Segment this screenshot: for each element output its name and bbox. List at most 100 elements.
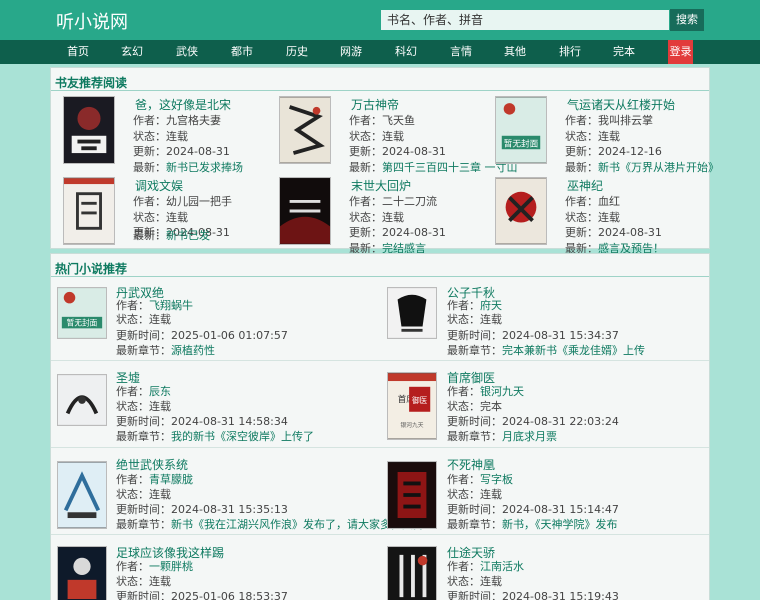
nav-item-xuanhuan[interactable]: 玄幻 xyxy=(121,40,143,64)
updated-value: 2024-08-31 22:03:24 xyxy=(502,415,619,428)
author-link[interactable]: 江南活水 xyxy=(480,560,524,573)
status-label: 状态： xyxy=(447,313,480,326)
row-divider xyxy=(51,534,709,535)
latest-link[interactable]: 源植药性 xyxy=(171,344,215,357)
updated-value: 2024-08-31 15:19:43 xyxy=(502,590,619,600)
latest-label: 最新章节： xyxy=(447,344,502,357)
author-link[interactable]: 银河九天 xyxy=(480,385,524,398)
author-link[interactable]: 青草朦胧 xyxy=(149,473,193,486)
updated-label: 更新时间： xyxy=(116,503,171,516)
book-updated: 更新：2024-08-31 xyxy=(349,226,446,239)
status-label: 状态： xyxy=(116,400,149,413)
book-cover[interactable] xyxy=(57,546,107,600)
nav-item-paihang[interactable]: 排行 xyxy=(559,40,581,64)
book-latest: 最新：第四千三百四十三章 一寸山 xyxy=(349,159,518,175)
latest-link[interactable]: 新书已发求捧场 xyxy=(166,161,243,174)
row-divider xyxy=(51,360,709,361)
book-title[interactable]: 气运诸天从红楼开始 xyxy=(567,96,675,113)
book-cover[interactable] xyxy=(387,287,437,339)
status-label: 状态： xyxy=(116,575,149,588)
book-title[interactable]: 万古神帝 xyxy=(351,96,399,113)
book-cover[interactable]: 暂无封面 xyxy=(495,96,547,164)
updated-value: 2025-01-06 01:07:57 xyxy=(171,329,288,342)
status-value: 连载 xyxy=(149,488,171,501)
book-cover[interactable] xyxy=(495,177,547,245)
latest-link[interactable]: 完本兼新书《乘龙佳婿》上传 xyxy=(502,344,645,357)
book-status: 状态：连载 xyxy=(133,211,188,224)
nav-item-dushi[interactable]: 都市 xyxy=(231,40,253,64)
book-updated: 更新：2024-08-31 xyxy=(349,145,446,158)
status-label: 状态： xyxy=(116,313,149,326)
latest-link[interactable]: 新书已发 xyxy=(166,229,210,242)
latest-link[interactable]: 我的新书《深空彼岸》上传了 xyxy=(171,430,314,443)
login-button[interactable]: 登录 xyxy=(668,40,693,64)
updated-label: 更新时间： xyxy=(447,503,502,516)
book-latest: 最新章节：新书，《天神学院》发布 xyxy=(447,516,618,532)
book-status: 状态：连载 xyxy=(116,486,171,502)
book-updated: 更新时间：2024-08-31 15:19:43 xyxy=(447,588,619,600)
nav-item-lishi[interactable]: 历史 xyxy=(286,40,308,64)
nav-item-kehuan[interactable]: 科幻 xyxy=(395,40,417,64)
status-value: 连载 xyxy=(149,313,171,326)
book-cover[interactable] xyxy=(387,546,437,600)
book-author: 作者：我叫排云掌 xyxy=(565,114,653,127)
book-cover[interactable] xyxy=(63,177,115,245)
book-updated: 更新时间：2024-08-31 15:34:37 xyxy=(447,327,619,343)
book-title[interactable]: 末世大回炉 xyxy=(351,177,411,194)
book-latest: 最新：新书已发求捧场 xyxy=(133,159,243,175)
updated-value: 2024-08-31 15:34:37 xyxy=(502,329,619,342)
latest-link[interactable]: 月底求月票 xyxy=(502,430,557,443)
latest-label: 最新章节： xyxy=(447,430,502,443)
updated-label: 更新时间： xyxy=(116,415,171,428)
latest-label: 最新章节： xyxy=(116,344,171,357)
author-link[interactable]: 一颗胖桃 xyxy=(149,560,193,573)
book-cover[interactable] xyxy=(57,461,107,529)
book-author: 作者：写字板 xyxy=(447,471,513,487)
author-label: 作者： xyxy=(116,385,149,398)
nav-item-yanqing[interactable]: 言情 xyxy=(450,40,472,64)
book-cover[interactable]: 首席 御医 银河九天 xyxy=(387,372,437,440)
updated-label: 更新时间： xyxy=(116,590,171,600)
book-cover[interactable] xyxy=(279,177,331,245)
status-value: 连载 xyxy=(149,400,171,413)
cover-text-yuyi: 御医 xyxy=(412,395,428,405)
book-cover[interactable]: 暂无封面 xyxy=(57,287,107,339)
row-divider xyxy=(51,447,709,448)
book-cover[interactable] xyxy=(279,96,331,164)
nav-item-wangyou[interactable]: 网游 xyxy=(340,40,362,64)
book-author: 作者：银河九天 xyxy=(447,383,524,399)
search-button[interactable]: 搜索 xyxy=(670,9,704,31)
book-cover[interactable] xyxy=(57,374,107,426)
book-author: 作者：九宫格夫妻 xyxy=(133,114,221,127)
book-title[interactable]: 巫神纪 xyxy=(567,177,603,194)
latest-label: 最新： xyxy=(565,161,598,174)
book-author: 作者：血红 xyxy=(565,195,620,208)
latest-label: 最新章节： xyxy=(447,518,502,531)
nav-item-wuxia[interactable]: 武侠 xyxy=(176,40,198,64)
recommend-title: 书友推荐阅读 xyxy=(55,76,128,90)
book-cover[interactable] xyxy=(63,96,115,164)
author-link[interactable]: 辰东 xyxy=(149,385,171,398)
nav-item-home[interactable]: 首页 xyxy=(67,40,89,64)
updated-label: 更新时间： xyxy=(116,329,171,342)
book-status: 状态：连载 xyxy=(116,573,171,589)
nav-item-qita[interactable]: 其他 xyxy=(504,40,526,64)
latest-link[interactable]: 新书，《天神学院》发布 xyxy=(502,518,618,531)
book-status: 状态：连载 xyxy=(565,130,620,143)
book-title[interactable]: 爸，这好像是北宋 xyxy=(135,96,231,113)
book-updated: 更新：2024-08-31 xyxy=(133,145,230,158)
status-label: 状态： xyxy=(447,575,480,588)
book-title[interactable]: 调戏文娱 xyxy=(135,177,183,194)
site-logo[interactable]: 听小说网 xyxy=(56,8,128,34)
author-link[interactable]: 写字板 xyxy=(480,473,513,486)
nav-item-wanben[interactable]: 完本 xyxy=(613,40,635,64)
book-cover[interactable] xyxy=(387,461,437,529)
site-header: 听小说网 搜索 xyxy=(0,0,760,40)
panel-divider xyxy=(51,276,709,277)
latest-link[interactable]: 新书《万界从港片开始》 xyxy=(598,161,719,174)
status-label: 状态： xyxy=(116,488,149,501)
book-status: 状态：连载 xyxy=(447,486,502,502)
author-label: 作者： xyxy=(447,385,480,398)
search-input[interactable] xyxy=(381,10,669,30)
author-label: 作者： xyxy=(447,473,480,486)
